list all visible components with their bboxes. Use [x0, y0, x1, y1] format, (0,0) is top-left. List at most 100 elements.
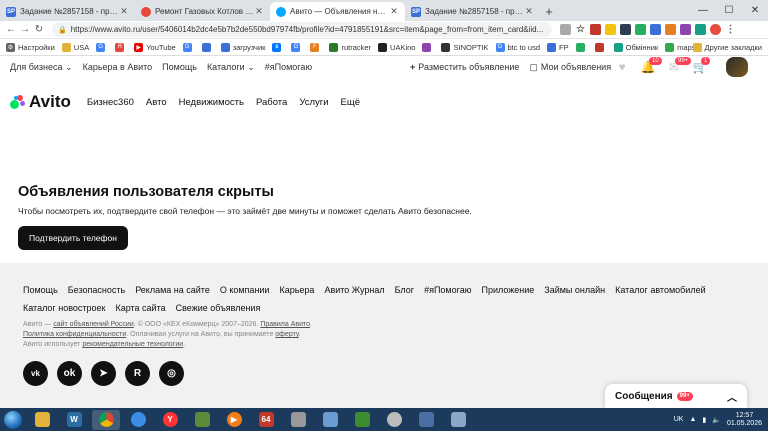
messages-panel[interactable]: Сообщения 99+ ︿ [605, 384, 747, 408]
taskbar-app[interactable]: 64 [252, 410, 280, 430]
footer-link[interactable]: Карьера [279, 285, 314, 295]
reload-icon[interactable]: ↻ [32, 24, 46, 35]
bookmark-item[interactable] [594, 42, 607, 52]
rutube-icon[interactable]: R [125, 361, 150, 386]
taskbar-app[interactable] [316, 410, 344, 430]
bookmark-item[interactable]: USA [61, 42, 89, 52]
telegram-icon[interactable]: ➤ [91, 361, 116, 386]
footer-link[interactable]: О компании [220, 285, 270, 295]
bookmark-item[interactable]: G [291, 42, 303, 52]
other-bookmarks[interactable]: Другие закладки [692, 39, 762, 56]
bookmark-item[interactable]: UAKino [378, 42, 415, 52]
legal-link[interactable]: рекомендательные технологии [82, 341, 183, 348]
bookmark-item[interactable]: Обмінник [613, 42, 658, 52]
network-tray-icon[interactable]: ▮ [702, 416, 706, 424]
close-tab-icon[interactable]: ✕ [389, 6, 399, 17]
top-link-catalogs[interactable]: Каталоги ⌄ [207, 62, 255, 73]
footer-link[interactable]: Приложение [481, 285, 534, 295]
footer-link[interactable]: Безопасность [68, 285, 125, 295]
browser-tab-active[interactable]: Авито — Объявления на сайте Ав ✕ [270, 2, 405, 21]
extension-icon[interactable] [620, 24, 631, 35]
footer-link[interactable]: Помощь [23, 285, 58, 295]
footer-link[interactable]: Займы онлайн [544, 285, 605, 295]
footer-link[interactable]: Свежие объявления [176, 303, 261, 313]
footer-link[interactable]: #яПомогаю [424, 285, 471, 295]
browser-tab[interactable]: SP Задание №2857158 - просмотр з ✕ [0, 2, 135, 21]
vk-icon[interactable]: vk [23, 361, 48, 386]
language-indicator[interactable]: UK [674, 416, 684, 423]
top-link-help[interactable]: Помощь [162, 62, 197, 72]
favorites-heart-icon[interactable]: ♥ [615, 60, 629, 74]
minimize-icon[interactable]: — [690, 0, 716, 21]
taskbar-app[interactable] [380, 410, 408, 430]
close-tab-icon[interactable]: ✕ [254, 6, 264, 17]
nav-business360[interactable]: Бизнес360 [87, 97, 134, 108]
bookmark-item[interactable]: загрузчик [220, 42, 265, 52]
footer-link[interactable]: Реклама на сайте [135, 285, 210, 295]
bookmark-item[interactable]: SINOPTIK [441, 42, 489, 52]
url-input[interactable]: 🔒 https://www.avito.ru/user/5406014b2dc4… [52, 22, 552, 37]
menu-dots-icon[interactable]: ⋮ [725, 24, 736, 35]
browser-tab[interactable]: SP Задание №2857158 - просмотр з ✕ [405, 2, 540, 21]
footer-link[interactable]: Каталог автомобилей [615, 285, 706, 295]
footer-link[interactable]: Каталог новостроек [23, 303, 105, 313]
start-button[interactable] [0, 409, 26, 431]
new-tab-button[interactable]: + [540, 2, 558, 21]
messages-icon[interactable]: ✉ 99+ [667, 57, 692, 74]
extension-icon[interactable] [605, 24, 616, 35]
nav-realty[interactable]: Недвижимость [179, 97, 244, 108]
extension-icon[interactable] [710, 24, 721, 35]
taskbar-app[interactable] [92, 409, 120, 430]
taskbar-app[interactable]: Y [156, 410, 184, 430]
bookmark-item[interactable]: ⚙ Настройки [6, 42, 55, 52]
nav-services[interactable]: Услуги [299, 97, 328, 108]
taskbar-app[interactable] [188, 410, 216, 430]
avito-logo[interactable]: Avito [10, 92, 71, 112]
maximize-icon[interactable]: ☐ [716, 0, 742, 21]
bookmark-item[interactable]: ▶ YouTube [134, 42, 176, 52]
extension-icon[interactable] [635, 24, 646, 35]
bookmark-item[interactable]: G [182, 42, 195, 52]
nav-auto[interactable]: Авто [146, 97, 167, 108]
bookmark-star-icon[interactable]: ☆ [575, 24, 586, 35]
bookmark-item[interactable] [422, 42, 434, 52]
odnoklassniki-icon[interactable]: ok [57, 361, 82, 386]
footer-link[interactable]: Авито Журнал [324, 285, 384, 295]
cart-icon[interactable]: 🛒 1 [693, 57, 711, 74]
extension-icon[interactable] [665, 24, 676, 35]
bookmark-item[interactable]: maps [665, 42, 696, 52]
nav-jobs[interactable]: Работа [256, 97, 287, 108]
top-link-yapomogayu[interactable]: #яПомогаю [265, 62, 312, 72]
back-icon[interactable]: ← [4, 24, 18, 35]
bookmark-item[interactable] [575, 42, 588, 52]
chevron-up-icon[interactable]: ︿ [727, 389, 737, 404]
taskbar-app[interactable] [444, 410, 472, 430]
tray-arrow-icon[interactable]: ▲ [689, 416, 696, 423]
close-tab-icon[interactable]: ✕ [524, 6, 534, 17]
legal-link[interactable]: Правила Авито [260, 321, 310, 328]
notifications-bell-icon[interactable]: 🔔 10 [641, 57, 662, 74]
taskbar-app[interactable] [284, 410, 312, 430]
bookmark-item[interactable]: F [310, 42, 322, 52]
taskbar-app[interactable] [28, 410, 56, 430]
post-ad-link[interactable]: + Разместить объявление [410, 62, 519, 72]
confirm-phone-button[interactable]: Подтвердить телефон [18, 226, 128, 250]
legal-link[interactable]: Политика конфиденциальности [23, 331, 126, 338]
avatar[interactable] [726, 57, 748, 77]
taskbar-app[interactable]: W [60, 410, 88, 430]
extension-icon[interactable] [695, 24, 706, 35]
bookmark-item[interactable]: G [96, 42, 108, 52]
bookmark-item[interactable] [201, 42, 214, 52]
extension-icon[interactable] [680, 24, 691, 35]
extension-icon[interactable] [650, 24, 661, 35]
share-icon[interactable] [560, 24, 571, 35]
my-ads-link[interactable]: ▢ Мои объявления [529, 62, 611, 73]
taskbar-app[interactable] [348, 410, 376, 430]
taskbar-app[interactable] [412, 410, 440, 430]
bookmark-item[interactable]: Gbtc to usd [495, 42, 540, 52]
bookmark-item[interactable]: rutracker [329, 42, 371, 52]
nav-more[interactable]: Ещё [341, 97, 360, 108]
taskbar-app[interactable] [124, 410, 152, 430]
forward-icon[interactable]: → [18, 24, 32, 35]
bookmark-item[interactable]: Я [115, 42, 127, 52]
